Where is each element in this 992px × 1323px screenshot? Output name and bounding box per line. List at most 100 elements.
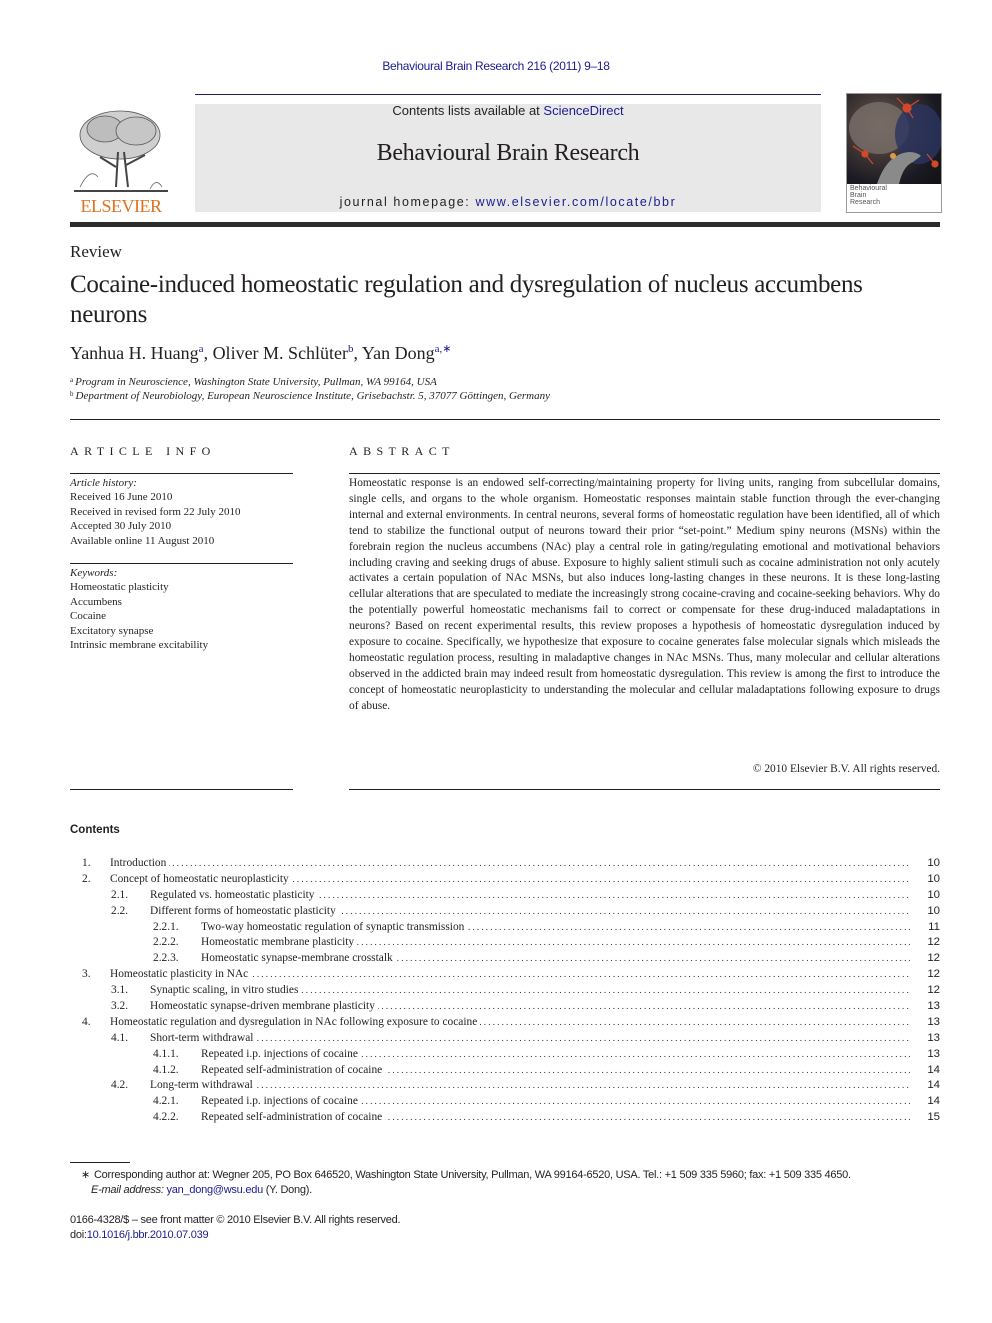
keywords: Keywords: Homeostatic plasticity Accumbe… (70, 566, 293, 652)
corresponding-author-text: Corresponding author at: Wegner 205, PO … (93, 1169, 851, 1181)
toc-entry[interactable]: 4.1.....................................… (70, 1031, 940, 1047)
toc-dot-leader: ........................................… (150, 1080, 910, 1091)
toc-entry[interactable]: 4.2.....................................… (70, 1078, 940, 1094)
toc-dot-leader: ........................................… (150, 1032, 910, 1043)
toc-entry[interactable]: 2.2.....................................… (70, 904, 940, 920)
toc-entry-page: 12 (927, 952, 940, 965)
toc-entry[interactable]: 2.......................................… (70, 872, 940, 888)
issn-line: 0166-4328/$ – see front matter © 2010 El… (70, 1214, 401, 1226)
affiliation: b Department of Neurobiology, European Ne… (70, 390, 550, 402)
toc-entry-title[interactable]: Repeated self-administration of cocaine (201, 1063, 386, 1076)
toc-entry-number: 4.1.1. (153, 1047, 179, 1060)
toc-entry-title[interactable]: Long-term withdrawal (150, 1079, 256, 1092)
toc-entry-title[interactable]: Homeostatic membrane plasticity (201, 936, 358, 949)
abstract-body: Homeostatic response is an endowed self-… (349, 477, 940, 712)
history-item: Accepted 30 July 2010 (70, 520, 172, 533)
journal-cover-thumbnail[interactable]: Behavioural Brain Research (846, 93, 942, 213)
toc-entry[interactable]: 4.2.1...................................… (70, 1094, 940, 1110)
toc-entry-title[interactable]: Homeostatic synapse-driven membrane plas… (150, 1000, 378, 1013)
author-affiliation-mark[interactable]: a (199, 343, 204, 355)
sciencedirect-link[interactable]: ScienceDirect (543, 103, 623, 118)
toc-entry-title[interactable]: Homeostatic synapse-membrane crosstalk (201, 952, 396, 965)
toc-entry-page: 10 (927, 857, 940, 869)
toc-entry-number: 2. (82, 872, 91, 885)
email-link[interactable]: yan_dong@wsu.edu (166, 1184, 263, 1196)
toc-entry-title[interactable]: Repeated i.p. injections of cocaine (201, 1047, 361, 1060)
toc-entry-title[interactable]: Homeostatic regulation and dysregulation… (110, 1015, 481, 1028)
toc-entry-title[interactable]: Homeostatic plasticity in NAc (110, 968, 252, 981)
divider (70, 473, 293, 474)
article-history: Article history: Received 16 June 2010 R… (70, 476, 293, 548)
toc-entry-page: 14 (927, 1079, 940, 1092)
toc-entry[interactable]: 4.1.2...................................… (70, 1063, 940, 1079)
keyword: Excitatory synapse (70, 624, 154, 637)
toc-entry-title-wrap: ........................................… (201, 1094, 910, 1110)
toc-entry-title-wrap: ........................................… (201, 935, 910, 951)
header-divider-bar (70, 222, 940, 227)
toc-entry[interactable]: 2.2.2...................................… (70, 935, 940, 951)
toc-entry-page: 13 (927, 1047, 940, 1060)
toc-entry[interactable]: 4.......................................… (70, 1015, 940, 1031)
email-label: E-mail address: (91, 1184, 164, 1196)
toc-entry-title-wrap: ........................................… (110, 1015, 910, 1031)
author-name[interactable]: Yanhua H. Huang (70, 343, 199, 363)
toc-entry[interactable]: 4.2.2...................................… (70, 1110, 940, 1126)
divider (70, 563, 293, 564)
toc-entry-page: 13 (927, 1031, 940, 1044)
footnote-mark: ∗ (81, 1169, 90, 1181)
doi-link[interactable]: 10.1016/j.bbr.2010.07.039 (87, 1229, 209, 1241)
toc-entry-title[interactable]: Short-term withdrawal (150, 1031, 257, 1044)
journal-homepage-line: journal homepage: www.elsevier.com/locat… (195, 195, 821, 209)
toc-entry-title-wrap: ........................................… (110, 872, 910, 888)
toc-entry[interactable]: 2.1.....................................… (70, 888, 940, 904)
journal-citation-link[interactable]: Behavioural Brain Research 216 (2011) 9–… (0, 59, 992, 73)
affiliation: a Program in Neuroscience, Washington Sta… (70, 376, 437, 388)
contents-available-line: Contents lists available at ScienceDirec… (195, 103, 821, 118)
toc-entry-number: 4.1. (111, 1031, 129, 1044)
toc-entry[interactable]: 4.1.1...................................… (70, 1047, 940, 1063)
author-name[interactable]: Oliver M. Schlüter (213, 343, 348, 363)
author-list: Yanhua H. Huanga, Oliver M. Schlüterb, Y… (70, 343, 452, 363)
toc-entry-number: 3.2. (111, 1000, 129, 1013)
contents-prefix: Contents lists available at (392, 103, 544, 118)
toc-entry[interactable]: 3.2.....................................… (70, 999, 940, 1015)
elsevier-wordmark: ELSEVIER (80, 196, 163, 216)
history-item: Available online 11 August 2010 (70, 534, 215, 547)
toc-entry-title[interactable]: Repeated i.p. injections of cocaine (201, 1095, 361, 1108)
article-title: Cocaine-induced homeostatic regulation a… (70, 271, 863, 328)
contents-heading: Contents (70, 824, 120, 836)
abstract-copyright: © 2010 Elsevier B.V. All rights reserved… (752, 763, 940, 775)
toc-entry-number: 2.2.2. (153, 936, 179, 949)
title-divider (70, 419, 940, 420)
divider (349, 789, 940, 790)
toc-entry-page: 13 (927, 1000, 940, 1013)
toc-entry-page: 13 (927, 1015, 940, 1028)
toc-entry[interactable]: 3.......................................… (70, 967, 940, 983)
toc-entry-title-wrap: ........................................… (201, 1063, 910, 1079)
toc-entry-title[interactable]: Synaptic scaling, in vitro studies (150, 984, 302, 997)
journal-homepage-link[interactable]: www.elsevier.com/locate/bbr (475, 195, 676, 209)
toc-entry-title[interactable]: Concept of homeostatic neuroplasticity (110, 872, 292, 885)
toc-entry-title-wrap: ........................................… (150, 888, 910, 904)
toc-entry-number: 2.2.1. (153, 920, 179, 933)
author-name[interactable]: Yan Dong (362, 343, 435, 363)
toc-entry-title[interactable]: Regulated vs. homeostatic plasticity (150, 888, 318, 901)
toc-entry[interactable]: 1.......................................… (70, 856, 940, 872)
toc-entry-title[interactable]: Repeated self-administration of cocaine (201, 1111, 386, 1124)
toc-entry-number: 4.2.2. (153, 1111, 179, 1124)
keyword: Homeostatic plasticity (70, 581, 169, 594)
homepage-prefix: journal homepage: (339, 195, 476, 209)
toc-entry[interactable]: 2.2.3...................................… (70, 951, 940, 967)
table-of-contents: 1.......................................… (70, 856, 940, 1126)
author-affiliation-mark[interactable]: b (348, 343, 354, 355)
toc-entry[interactable]: 2.2.1...................................… (70, 920, 940, 936)
toc-entry[interactable]: 3.1.....................................… (70, 983, 940, 999)
toc-entry-title-wrap: ........................................… (150, 983, 910, 999)
divider (349, 473, 940, 474)
toc-entry-title[interactable]: Two-way homeostatic regulation of synapt… (201, 920, 468, 933)
toc-entry-title[interactable]: Introduction (110, 857, 170, 869)
toc-entry-title[interactable]: Different forms of homeostatic plasticit… (150, 904, 339, 917)
toc-entry-title-wrap: ........................................… (150, 999, 910, 1015)
author-affiliation-mark[interactable]: a,∗ (435, 343, 452, 355)
cover-title: Behavioural Brain Research (850, 185, 887, 206)
